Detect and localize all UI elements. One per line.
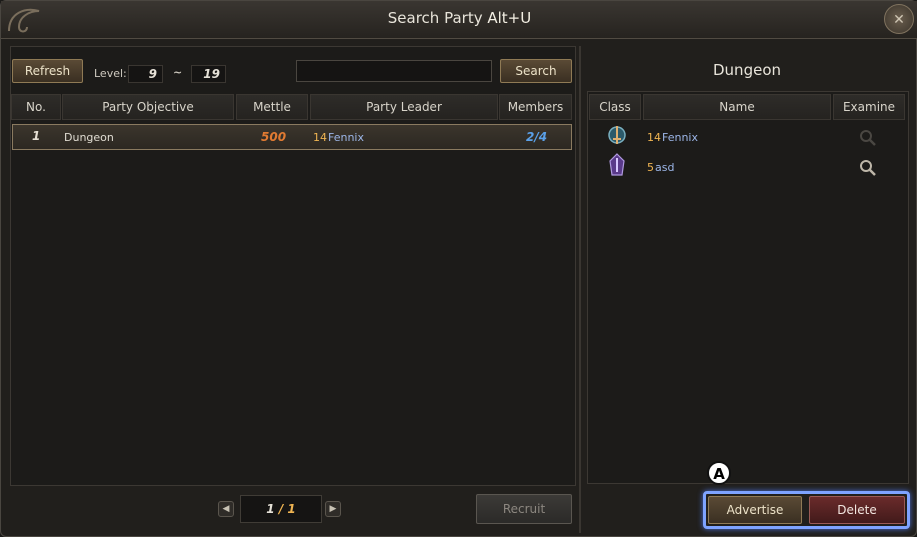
row-objective: Dungeon — [64, 131, 114, 144]
member-level: 5 — [647, 161, 654, 174]
level-min-input[interactable]: 9 — [128, 65, 163, 83]
row-number: 1 — [32, 129, 41, 143]
window-title-text: Search Party — [387, 9, 483, 27]
search-button[interactable]: Search — [500, 59, 572, 83]
member-level: 14 — [647, 131, 661, 144]
recruit-button[interactable]: Recruit — [476, 494, 572, 524]
page-indicator: 1 / 1 — [240, 495, 322, 523]
col-header-no: No. — [11, 94, 61, 120]
window-title: Search Party Alt+U — [1, 9, 917, 27]
member-name: Fennix — [662, 131, 699, 144]
highlight-frame — [703, 491, 910, 529]
search-party-window: Search Party Alt+U ✕ Refresh Level: 9 ~ … — [0, 0, 917, 537]
mage-class-icon — [609, 153, 625, 176]
member-row[interactable]: 5 asd — [589, 153, 905, 181]
member-row[interactable]: 14 Fennix — [589, 123, 905, 151]
row-leader-name: Fennix — [328, 131, 365, 144]
detail-title: Dungeon — [713, 61, 781, 79]
table-row[interactable]: 1 Dungeon 500 14 Fennix 2/4 — [12, 124, 572, 150]
member-name: asd — [655, 161, 675, 174]
examine-icon[interactable] — [859, 159, 877, 177]
col-header-objective: Party Objective — [62, 94, 234, 120]
chevron-left-icon: ◀ — [222, 504, 230, 514]
level-range-separator: ~ — [173, 66, 183, 79]
title-bar[interactable]: Search Party Alt+U ✕ — [1, 1, 917, 39]
close-icon: ✕ — [893, 12, 905, 28]
page-total: / 1 — [278, 502, 296, 516]
prev-page-button[interactable]: ◀ — [218, 501, 234, 517]
panel-divider — [579, 46, 581, 533]
chevron-right-icon: ▶ — [329, 504, 337, 514]
annotation-marker: A — [707, 461, 731, 485]
col-header-class: Class — [589, 94, 641, 120]
refresh-button[interactable]: Refresh — [12, 59, 83, 83]
col-header-members: Members — [499, 94, 572, 120]
row-leader-level: 14 — [313, 131, 327, 144]
row-members: 2/4 — [526, 130, 548, 144]
search-input[interactable] — [296, 60, 492, 82]
next-page-button[interactable]: ▶ — [325, 501, 341, 517]
page-current: 1 — [266, 502, 275, 516]
col-header-leader: Party Leader — [310, 94, 498, 120]
warrior-class-icon — [608, 126, 626, 144]
close-button[interactable]: ✕ — [884, 4, 914, 34]
col-header-examine: Examine — [833, 94, 905, 120]
col-header-mettle: Mettle — [236, 94, 308, 120]
window-hotkey: Alt+U — [487, 9, 532, 27]
level-label: Level: — [94, 67, 127, 80]
examine-icon[interactable] — [859, 129, 877, 147]
col-header-name: Name — [643, 94, 831, 120]
row-mettle: 500 — [261, 130, 287, 144]
level-max-input[interactable]: 19 — [191, 65, 226, 83]
